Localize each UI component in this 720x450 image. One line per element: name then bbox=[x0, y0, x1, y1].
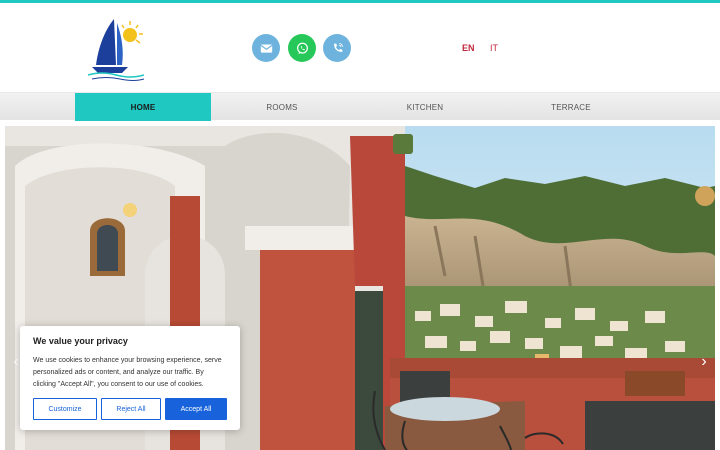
site-header: EN IT bbox=[0, 3, 720, 92]
language-it-link[interactable]: IT bbox=[490, 43, 498, 53]
phone-icon bbox=[333, 42, 343, 52]
accept-all-button[interactable]: Accept All bbox=[165, 398, 227, 420]
phone-button[interactable] bbox=[323, 34, 351, 62]
main-navigation: HOME ROOMS KITCHEN TERRACE bbox=[0, 92, 720, 121]
nav-item-home[interactable]: HOME bbox=[75, 93, 211, 121]
nav-item-terrace[interactable]: TERRACE bbox=[503, 93, 639, 121]
reject-all-button[interactable]: Reject All bbox=[101, 398, 161, 420]
cookie-description: We use cookies to enhance your browsing … bbox=[33, 357, 222, 388]
nav-item-kitchen[interactable]: KITCHEN bbox=[357, 93, 493, 121]
cookie-title: We value your privacy bbox=[33, 336, 128, 346]
sailboat-sun-logo[interactable] bbox=[86, 15, 148, 83]
envelope-icon bbox=[259, 43, 273, 53]
language-en-link[interactable]: EN bbox=[462, 43, 475, 53]
cookie-consent-banner: We value your privacy We use cookies to … bbox=[20, 326, 240, 430]
whatsapp-icon bbox=[296, 42, 308, 54]
chevron-left-icon: ‹ bbox=[13, 353, 19, 370]
chevron-right-icon: › bbox=[701, 353, 707, 370]
customize-button[interactable]: Customize bbox=[33, 398, 97, 420]
whatsapp-button[interactable] bbox=[288, 34, 316, 62]
slider-next-button[interactable]: › bbox=[697, 352, 711, 372]
email-button[interactable] bbox=[252, 34, 280, 62]
nav-item-rooms[interactable]: ROOMS bbox=[214, 93, 350, 121]
